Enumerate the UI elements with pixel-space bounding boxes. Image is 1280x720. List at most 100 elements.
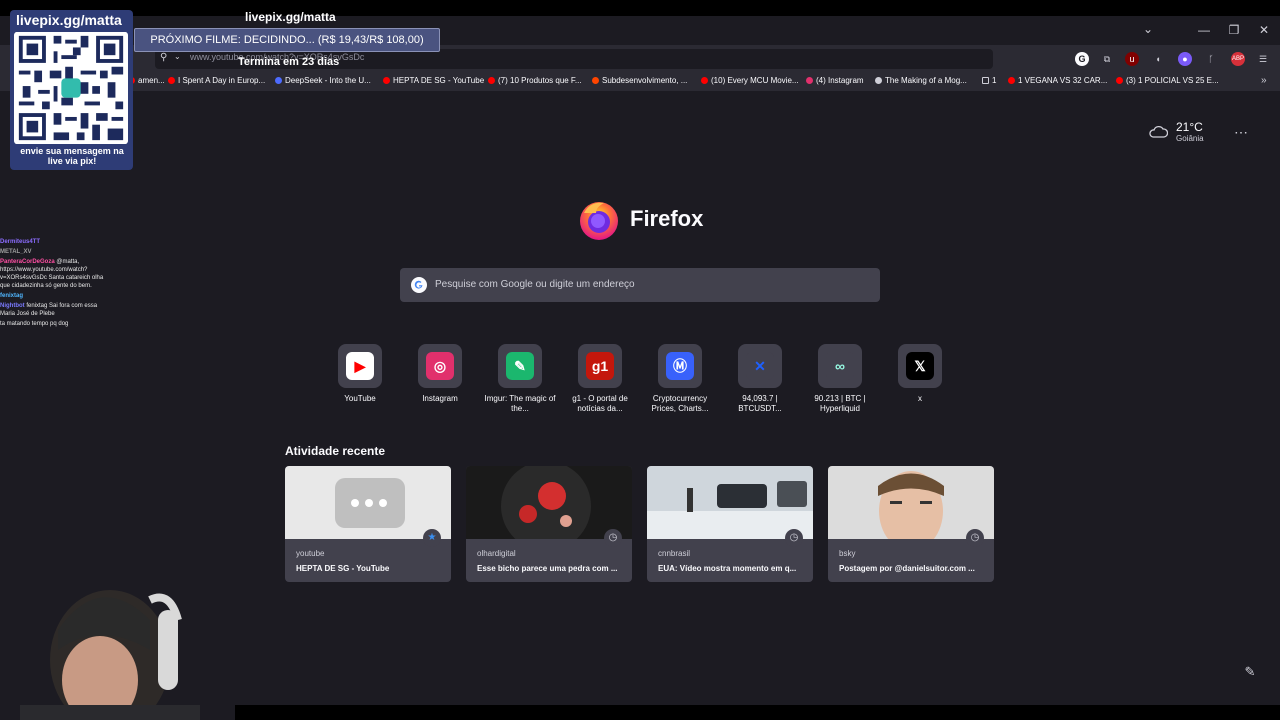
shortcut-label: Instagram	[422, 394, 458, 403]
bookmark-item[interactable]: 1	[982, 76, 996, 85]
shortcut-icon-box: Ⓜ	[658, 344, 702, 388]
extension-k-icon[interactable]: ᚴ	[1204, 52, 1218, 66]
bookmark-label: (3) 1 POLICIAL VS 25 E...	[1126, 76, 1219, 85]
bookmark-item[interactable]: I Spent A Day in Europ...	[168, 76, 265, 85]
pix-handle: livepix.gg/matta	[16, 12, 122, 28]
bookmark-label: 1	[992, 76, 997, 85]
bookmark-item[interactable]: (3) 1 POLICIAL VS 25 E...	[1116, 76, 1219, 85]
chevron-down-icon[interactable]: ⌄	[174, 52, 181, 61]
audio-icon[interactable]: ◖	[1151, 52, 1165, 66]
chat-message: Dermiteus4TT	[0, 238, 112, 246]
bookmark-label: amen...	[138, 76, 165, 85]
recent-title: HEPTA DE SG - YouTube	[296, 564, 390, 573]
qr-code-icon	[14, 32, 128, 144]
recent-title: Postagem por @danielsuitor.com ...	[839, 564, 975, 573]
search-placeholder: Pesquise com Google ou digite um endereç…	[435, 279, 635, 290]
maximize-icon[interactable]: ❐	[1224, 22, 1244, 38]
google-account-icon[interactable]: G	[1075, 52, 1089, 66]
close-icon[interactable]: ✕	[1254, 22, 1274, 38]
bookmark-item[interactable]: (7) 10 Produtos que F...	[488, 76, 582, 85]
recent-thumbnail	[285, 466, 451, 539]
customize-pencil-icon[interactable]: ✎	[1240, 664, 1260, 684]
bookmark-label: 1 VEGANA VS 32 CAR...	[1018, 76, 1108, 85]
web-icon	[875, 77, 882, 84]
history-clock-icon: ◷	[966, 529, 984, 547]
more-options-icon[interactable]: ⋯	[1234, 124, 1248, 141]
shortcut-label: 94,093.7 | BTCUSDT...	[738, 394, 782, 413]
instagram-icon	[806, 77, 813, 84]
history-clock-icon: ◷	[785, 529, 803, 547]
weather-city: Goiânia	[1176, 134, 1204, 143]
bookmark-item[interactable]: HEPTA DE SG - YouTube	[383, 76, 484, 85]
g1-icon: g1	[586, 352, 614, 380]
bookmark-label: (7) 10 Produtos que F...	[498, 76, 582, 85]
bookmark-item[interactable]: The Making of a Mog...	[875, 76, 967, 85]
bookmark-item[interactable]: 1 VEGANA VS 32 CAR...	[1008, 76, 1107, 85]
youtube-icon	[488, 77, 495, 84]
recent-card[interactable]: ◷ bsky Postagem por @danielsuitor.com ...	[828, 466, 994, 582]
chat-message: ta matando tempo pq dog	[0, 320, 112, 328]
minimize-icon[interactable]: —	[1194, 22, 1214, 38]
youtube-icon	[1008, 77, 1015, 84]
bookmark-label: (4) Instagram	[816, 76, 864, 85]
shortcut-label: 90.213 | BTC | Hyperliquid	[814, 394, 866, 413]
extensions-icon[interactable]: ⧉	[1100, 52, 1114, 66]
recent-card[interactable]: ★ youtube HEPTA DE SG - YouTube	[285, 466, 451, 582]
firefox-wordmark: Firefox	[630, 206, 704, 231]
bookmark-label: DeepSeek - Into the U...	[285, 76, 371, 85]
shortcut-icon-box: g1	[578, 344, 622, 388]
shortcut-label: x	[918, 394, 922, 403]
shortcut-icon-box: ∞	[818, 344, 862, 388]
recent-card[interactable]: ◷ cnnbrasil EUA: Vídeo mostra momento em q…	[647, 466, 813, 582]
youtube-icon	[701, 77, 708, 84]
bookmark-item[interactable]: (10) Every MCU Movie...	[701, 76, 799, 85]
recent-source: youtube	[296, 549, 325, 558]
imgur-icon: ✎	[506, 352, 534, 380]
recent-card[interactable]: ◷ olhardigital Esse bicho parece uma pedra…	[466, 466, 632, 582]
recent-source: olhardigital	[477, 549, 516, 558]
shortcut-icon-box: ✕	[738, 344, 782, 388]
cloud-icon	[1149, 125, 1168, 138]
chat-username: Dermiteus4TT	[0, 239, 41, 245]
shortcut-icon-box: 𝕏	[898, 344, 942, 388]
bookmark-label: Subdesenvolvimento, ...	[602, 76, 688, 85]
shortcut-icon-box: ▶	[338, 344, 382, 388]
list-all-tabs-icon[interactable]: ⌄	[1140, 22, 1156, 38]
ublock-icon[interactable]: u	[1125, 52, 1139, 66]
shortcut-icon-box: ◎	[418, 344, 462, 388]
stream-chat: Dermiteus4TT METAL_XV PanteraCorDeGoza @…	[0, 238, 112, 330]
bookmark-item[interactable]: DeepSeek - Into the U...	[275, 76, 371, 85]
chat-message: PanteraCorDeGoza @matta, https://www.you…	[0, 258, 112, 290]
firefox-logo-icon	[580, 202, 618, 240]
adblock-plus-icon[interactable]: ABP	[1231, 52, 1245, 66]
shortcut-label: g1 - O portal de notícias da...	[572, 394, 628, 413]
bookmarks-overflow-icon[interactable]: »	[1261, 75, 1267, 86]
recent-source: bsky	[839, 549, 856, 558]
bookmark-label: HEPTA DE SG - YouTube	[393, 76, 485, 85]
top-bar	[0, 0, 1280, 16]
next-movie-text: PRÓXIMO FILME: DECIDINDO... (R$ 19,43/R$…	[150, 34, 424, 46]
shortcut-label: Cryptocurrency Prices, Charts...	[651, 394, 709, 413]
webcam-feed	[0, 560, 235, 720]
folder-icon	[982, 77, 989, 84]
weather-temperature[interactable]: 21°C	[1176, 120, 1203, 134]
recent-source: cnnbrasil	[658, 549, 691, 558]
extension-purple-icon[interactable]: ●	[1178, 52, 1192, 66]
history-clock-icon: ◷	[604, 529, 622, 547]
youtube-icon	[383, 77, 390, 84]
bookmark-item[interactable]: (4) Instagram	[806, 76, 864, 85]
search-input[interactable]: Pesquise com Google ou digite um endereç…	[400, 268, 880, 302]
shortcut-label: Imgur: The magic of the...	[484, 394, 556, 413]
chat-message: Nightbot fenixtag Sai fora com essa Mari…	[0, 302, 112, 318]
bookmark-label: I Spent A Day in Europ...	[178, 76, 266, 85]
bookmark-item[interactable]: amen...	[128, 76, 165, 85]
youtube-icon	[168, 77, 175, 84]
bookmark-label: (10) Every MCU Movie...	[711, 76, 799, 85]
bookmark-label: The Making of a Mog...	[885, 76, 967, 85]
bookmark-item[interactable]: Subdesenvolvimento, ...	[592, 76, 687, 85]
menu-icon[interactable]: ☰	[1256, 52, 1270, 66]
chat-username: fenixtag	[0, 293, 24, 299]
x-logo-blue-icon: ✕	[746, 352, 774, 380]
youtube-icon: ▶	[346, 352, 374, 380]
reddit-icon	[592, 77, 599, 84]
